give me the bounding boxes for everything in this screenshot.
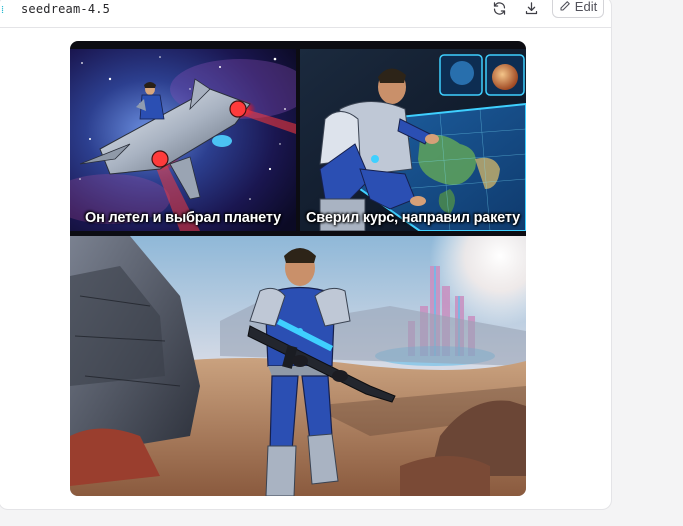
comic-panel-3 [70,236,526,496]
download-button[interactable] [519,0,543,19]
card-header: ⁞ seedream-4.5 Edit [0,0,611,28]
alien-planet-scene-illustration [70,236,526,496]
edit-button-label: Edit [574,0,598,14]
spaceship-scene-illustration [70,49,296,231]
generation-card: ⁞ seedream-4.5 Edit Он летел и выбрал пл… [0,0,612,510]
model-accent-icon: ⁞ [1,3,5,16]
download-icon [525,1,537,14]
comic-panel-1: Он летел и выбрал планету [70,49,296,231]
refresh-icon [493,1,505,15]
regenerate-button[interactable] [487,0,511,19]
pencil-icon [560,1,570,11]
model-name: seedream-4.5 [21,2,111,16]
map-console-scene-illustration [300,49,526,231]
panel-1-caption: Он летел и выбрал планету [85,210,281,226]
panel-2-caption: Сверил курс, направил ракету [306,210,520,226]
generated-comic-image[interactable]: Он летел и выбрал планету Сверил курс, н… [70,41,526,496]
edit-button[interactable]: Edit [552,0,604,18]
comic-panel-2: Сверил курс, направил ракету [300,49,526,231]
